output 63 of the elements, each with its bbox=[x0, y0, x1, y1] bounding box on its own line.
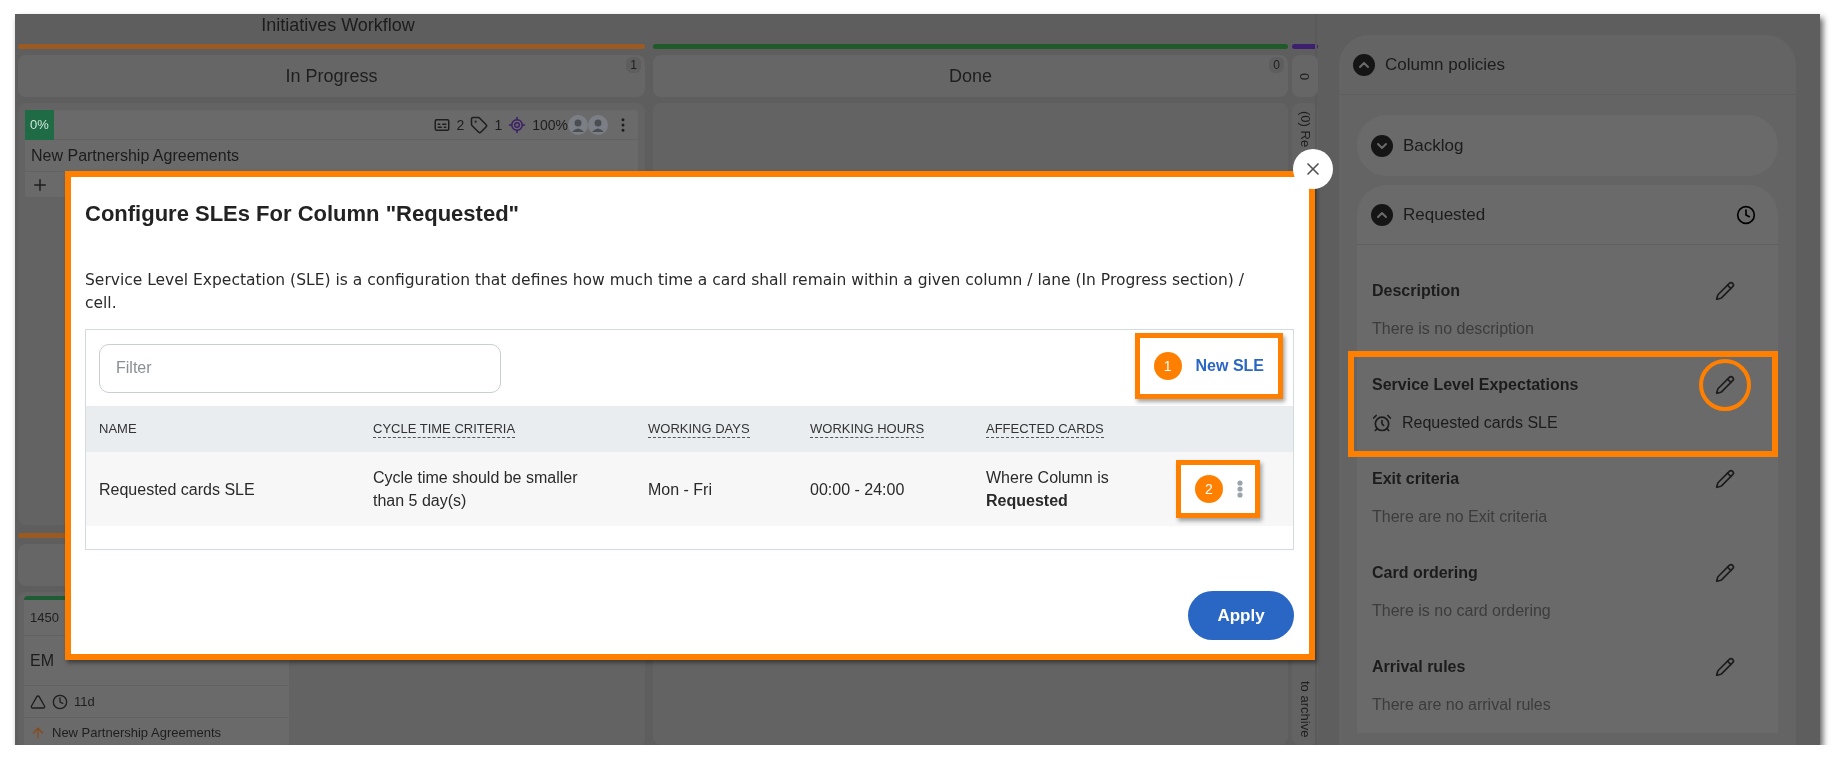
column-heading: WORKING DAYS bbox=[648, 420, 750, 438]
policy-title: Exit criteria bbox=[1372, 469, 1461, 489]
pencil-icon bbox=[1715, 375, 1735, 395]
card-age: 11d bbox=[74, 694, 95, 709]
expand-icon[interactable] bbox=[1371, 134, 1393, 157]
panel-title: Column policies bbox=[1385, 54, 1505, 75]
more-icon bbox=[1237, 480, 1243, 498]
dialog-title: Configure SLEs For Column "Requested" bbox=[85, 200, 520, 228]
policy-title: Arrival rules bbox=[1372, 657, 1467, 677]
archive-label[interactable]: to archive bbox=[1297, 680, 1313, 737]
table-row[interactable]: Requested cards SLE Cycle time should be smaller than 5 day(s) Mon - Fri 00:00 - 24:00 Where Column is Requested 2 bbox=[86, 452, 1293, 526]
policy-value: Requested cards SLE bbox=[1402, 413, 1558, 433]
warning-icon bbox=[30, 693, 46, 710]
table-cell-text: 00:00 - 24:00 bbox=[810, 479, 905, 500]
policy-title: Service Level Expectations bbox=[1372, 375, 1580, 395]
parent-link[interactable]: New Partnership Agreements bbox=[52, 725, 222, 740]
policy-title: Card ordering bbox=[1372, 563, 1479, 583]
column-count: 0 bbox=[1297, 72, 1313, 80]
goal-percentage: 100% bbox=[532, 116, 568, 133]
comment-count: 2 bbox=[456, 116, 465, 133]
collapse-icon[interactable] bbox=[1371, 203, 1393, 226]
table-cell-text: Where Column is Requested bbox=[986, 468, 1110, 511]
table-cell-text: Mon - Fri bbox=[648, 479, 712, 500]
column-heading: AFFECTED CARDS bbox=[986, 420, 1104, 438]
close-button[interactable] bbox=[1293, 149, 1333, 189]
new-sle-button[interactable]: New SLE bbox=[1195, 357, 1264, 375]
pencil-icon bbox=[1715, 281, 1735, 301]
dialog-description: Service Level Expectation (SLE) is a configuration that defines how much time a card shall remain within a given column / lane (In Progress section) / cell. bbox=[85, 270, 1245, 314]
clock-icon bbox=[52, 693, 68, 710]
more-button[interactable] bbox=[1237, 480, 1243, 498]
alarm-clock-icon bbox=[1372, 413, 1392, 433]
target-icon bbox=[508, 115, 527, 134]
collapse-icon[interactable] bbox=[1353, 53, 1375, 76]
pencil-icon bbox=[1715, 563, 1735, 583]
column-label: (0) Re bbox=[1297, 111, 1313, 148]
tag-icon bbox=[470, 115, 489, 134]
filter-field[interactable]: Filter bbox=[99, 343, 501, 393]
card-id: 1450 bbox=[30, 610, 59, 625]
tag-count: 1 bbox=[494, 116, 503, 133]
column-name: In Progress bbox=[285, 65, 378, 87]
column-heading: WORKING HOURS bbox=[810, 420, 925, 438]
column-name: Done bbox=[949, 65, 992, 87]
avatar-icon bbox=[568, 114, 588, 135]
section-title[interactable]: Requested bbox=[1403, 204, 1486, 225]
edit-button[interactable] bbox=[1699, 359, 1751, 411]
step-badge: 2 bbox=[1195, 475, 1223, 503]
table-cell-text: Cycle time should be smaller than 5 day(s) bbox=[373, 468, 579, 511]
card-title: EM bbox=[30, 651, 54, 670]
column-count: 0 bbox=[1269, 57, 1284, 73]
progress-badge: 0% bbox=[25, 109, 54, 140]
column-count: 1 bbox=[626, 57, 641, 73]
column-heading: CYCLE TIME CRITERIA bbox=[373, 420, 516, 438]
avatar-icon bbox=[588, 114, 608, 135]
section-title[interactable]: Backlog bbox=[1403, 135, 1464, 156]
table-cell-text: Requested cards SLE bbox=[99, 479, 255, 500]
step-badge: 1 bbox=[1153, 352, 1182, 380]
column-heading: NAME bbox=[99, 421, 137, 437]
board-title: Initiatives Workflow bbox=[261, 14, 415, 36]
apply-button[interactable]: Apply bbox=[1188, 591, 1294, 640]
pencil-icon bbox=[1715, 657, 1735, 677]
policy-title: Description bbox=[1372, 281, 1461, 301]
pencil-icon bbox=[1715, 469, 1735, 489]
card-title: New Partnership Agreements bbox=[31, 146, 240, 165]
